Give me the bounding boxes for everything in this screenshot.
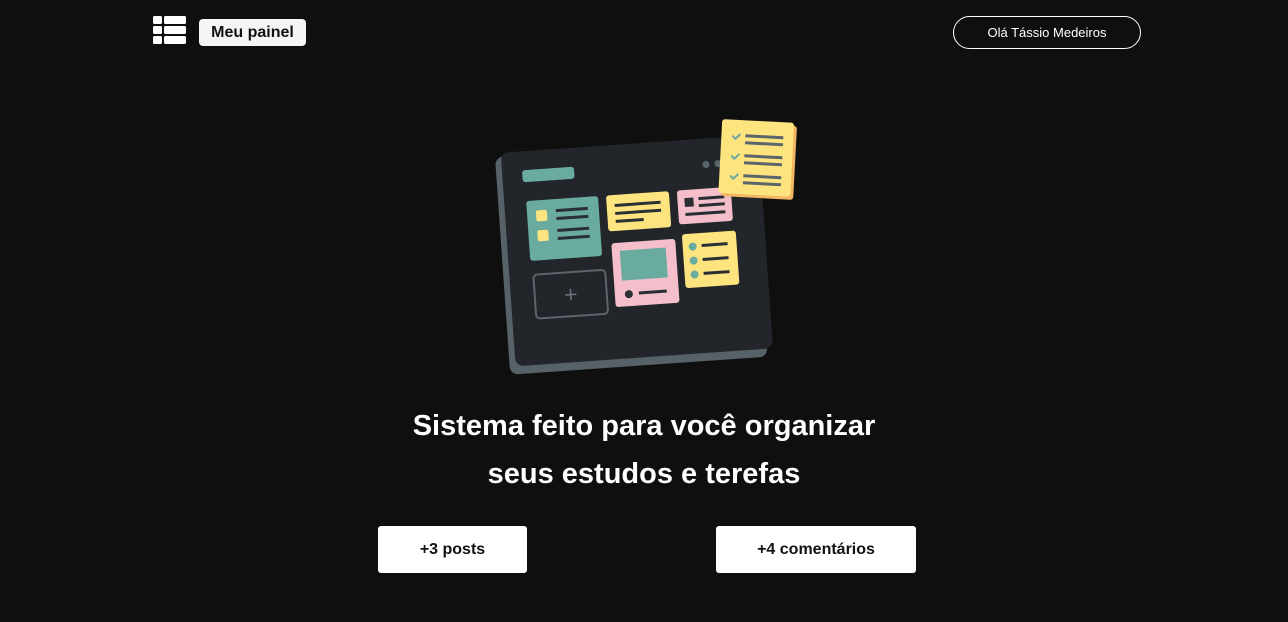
posts-count-card: +3 posts <box>378 526 527 573</box>
comments-count-card: +4 comentários <box>716 526 916 573</box>
top-header: Meu painel Olá Tássio Medeiros <box>0 0 1288 66</box>
svg-text:+: + <box>563 284 580 306</box>
list-grid-icon[interactable] <box>153 16 186 44</box>
dashboard-board-illustration: + <box>495 119 797 375</box>
user-greeting-button[interactable]: Olá Tássio Medeiros <box>953 16 1141 49</box>
hero-title-line-2: seus estudos e terefas <box>487 458 801 490</box>
hero-title: Sistema feito para você organizar seus e… <box>344 402 944 498</box>
hero-title-line-1: Sistema feito para você organizar <box>412 410 876 442</box>
my-panel-button[interactable]: Meu painel <box>199 19 306 46</box>
